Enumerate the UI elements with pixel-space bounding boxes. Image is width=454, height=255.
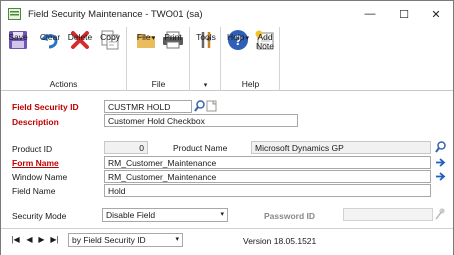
product-lookup-icon[interactable]	[435, 141, 446, 153]
actions-group: Save Clear Delete Copy Actions	[1, 27, 127, 91]
security-mode-label: Security Mode	[12, 211, 67, 221]
copy-label: Copy	[100, 32, 120, 42]
chevron-down-icon: ▾	[220, 211, 224, 218]
sort-order-value: by Field Security ID	[72, 235, 146, 245]
window-name-expand-arrow-icon[interactable]	[435, 171, 446, 182]
app-window-icon	[8, 8, 21, 20]
window-title: Field Security Maintenance - TWO01 (sa)	[28, 9, 203, 20]
form-body: Field Security ID CUSTMR HOLD Descriptio…	[1, 92, 453, 255]
field-name-field[interactable]: Hold	[104, 184, 431, 197]
first-record-button[interactable]: |◀	[11, 234, 20, 245]
sort-chevron-down-icon: ▾	[175, 236, 179, 243]
help-group: ? Help▾ Add Note Help	[222, 27, 280, 91]
form-name-expand-arrow-icon[interactable]	[435, 157, 446, 168]
ribbon-toolbar: Save Clear Delete Copy Actions File▾ Pri…	[1, 27, 453, 91]
tools-group: Tools ▾	[191, 27, 221, 91]
product-name-field: Microsoft Dynamics GP	[251, 141, 431, 154]
save-button[interactable]: Save	[8, 29, 28, 69]
form-name-link[interactable]: Form Name	[12, 158, 59, 168]
help-menu-button[interactable]: ? Help▾	[225, 29, 251, 69]
sort-order-select[interactable]: by Field Security ID ▾	[68, 233, 183, 247]
maximize-button[interactable]: ☐	[389, 1, 419, 27]
save-label: Save	[8, 32, 28, 42]
description-input[interactable]: Customer Hold Checkbox	[104, 114, 298, 127]
last-record-button[interactable]: ▶|	[50, 234, 59, 245]
close-button[interactable]: ✕	[421, 1, 451, 27]
security-mode-value: Disable Field	[106, 210, 156, 220]
tools-menu-button[interactable]: Tools	[193, 29, 219, 69]
password-lookup-icon	[435, 208, 445, 220]
file-group: File▾ Print File	[128, 27, 190, 91]
form-name-field[interactable]: RM_Customer_Maintenance	[104, 156, 431, 169]
status-bar: |◀ ◀ ▶ ▶| by Field Security ID ▾ Version…	[1, 228, 453, 255]
product-id-field: 0	[104, 141, 148, 154]
field-security-maintenance-window: Field Security Maintenance - TWO01 (sa) …	[0, 0, 454, 255]
delete-button[interactable]: Delete	[67, 29, 93, 69]
clear-button[interactable]: Clear	[39, 29, 61, 69]
actions-group-label: Actions	[49, 79, 78, 89]
tools-dropdown-caret[interactable]: ▾	[191, 81, 220, 89]
add-note-label: Add Note	[256, 32, 274, 51]
title-bar: Field Security Maintenance - TWO01 (sa) …	[1, 1, 453, 27]
clear-label: Clear	[39, 32, 61, 42]
status-divider	[1, 228, 453, 229]
description-label: Description	[12, 117, 59, 127]
file-label: File▾	[136, 32, 156, 43]
field-note-icon[interactable]	[206, 100, 217, 112]
security-mode-select[interactable]: Disable Field ▾	[102, 208, 228, 222]
version-text: Version 18.05.1521	[243, 236, 317, 246]
file-group-label: File	[151, 79, 166, 89]
minimize-button[interactable]: —	[355, 1, 385, 27]
copy-button[interactable]: Copy	[99, 29, 121, 69]
help-label: Help▾	[227, 32, 249, 43]
password-id-field	[343, 208, 433, 221]
window-name-label: Window Name	[12, 172, 68, 182]
field-security-id-label: Field Security ID	[12, 102, 79, 112]
print-button[interactable]: Print	[161, 29, 185, 69]
help-group-label: Help	[241, 79, 260, 89]
field-name-label: Field Name	[12, 186, 56, 196]
product-id-label: Product ID	[12, 144, 53, 154]
lookup-icon[interactable]	[194, 100, 205, 112]
next-record-button[interactable]: ▶	[37, 234, 46, 245]
file-menu-button[interactable]: File▾	[134, 29, 158, 69]
print-label: Print	[164, 32, 182, 42]
add-note-button[interactable]: Add Note	[253, 29, 277, 69]
tools-label: Tools	[196, 32, 216, 42]
delete-label: Delete	[67, 32, 93, 42]
previous-record-button[interactable]: ◀	[25, 234, 34, 245]
field-security-id-input[interactable]: CUSTMR HOLD	[104, 100, 192, 113]
product-name-label: Product Name	[173, 143, 228, 153]
window-name-field[interactable]: RM_Customer_Maintenance	[104, 170, 431, 183]
password-id-label: Password ID	[264, 211, 316, 221]
